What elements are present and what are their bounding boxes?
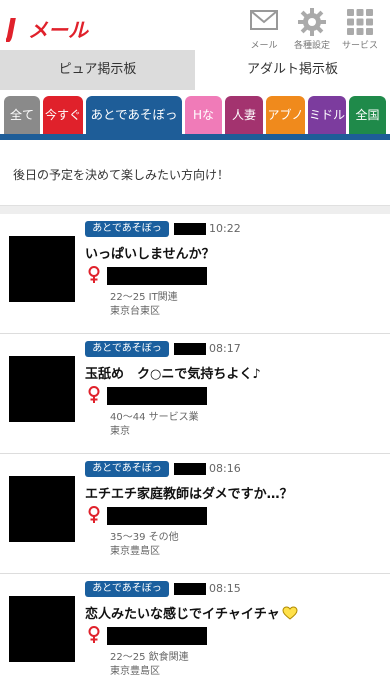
post-title-text: エチエチ家庭教師はダメですか…？: [85, 487, 293, 502]
jmail-logo[interactable]: J メール: [1, 12, 98, 45]
category-badge: あとであそぼっ: [85, 341, 169, 357]
category-badge: あとであそぼっ: [85, 221, 169, 237]
svg-text:メール: メール: [28, 18, 89, 42]
post-title[interactable]: 玉舐め ク○ニで気持ちよく♪: [85, 363, 261, 382]
post-title[interactable]: 恋人みたいな感じでイチャイチャ: [85, 603, 298, 622]
tab-adult-board[interactable]: アダルト掲示板: [195, 50, 390, 90]
post-time: 10:22: [209, 222, 241, 235]
category-description: 後日の予定を決めて楽しみたい方向け！: [13, 168, 230, 182]
grid-icon: [347, 9, 373, 35]
mail-menu[interactable]: メール: [242, 6, 286, 51]
post-time: 08:16: [209, 462, 241, 475]
post-area: 東京豊島区: [110, 546, 160, 557]
post-time: 08:17: [209, 342, 241, 355]
settings-menu[interactable]: 各種設定: [290, 6, 334, 51]
redacted-block: [174, 583, 206, 595]
redacted-username: [107, 507, 207, 525]
female-icon: [88, 506, 100, 523]
post-age-job: 35～39 その他: [110, 532, 179, 543]
avatar[interactable]: [9, 236, 75, 302]
category-description-box: 後日の予定を決めて楽しみたい方向け！: [0, 140, 390, 206]
category-tab-wife[interactable]: 人妻: [225, 96, 263, 134]
section-divider: [0, 206, 390, 214]
post-area: 東京豊島区: [110, 666, 160, 677]
post-item[interactable]: あとであそぼっ 10:22 いっぱいしませんか？ 22～25 IT関連 東京台東…: [0, 214, 390, 334]
female-icon: [88, 386, 100, 403]
post-title-text: いっぱいしませんか？: [85, 247, 215, 262]
category-tab-h[interactable]: Hな: [185, 96, 222, 134]
avatar[interactable]: [9, 476, 75, 542]
svg-text:J: J: [6, 12, 16, 42]
redacted-block: [174, 463, 206, 475]
post-item[interactable]: あとであそぼっ 08:17 玉舐め ク○ニで気持ちよく♪ 40～44 サービス業…: [0, 334, 390, 454]
category-tab-all[interactable]: 全て: [4, 96, 40, 134]
avatar[interactable]: [9, 356, 75, 422]
category-badge: あとであそぼっ: [85, 581, 169, 597]
female-icon: [88, 266, 100, 283]
post-age-job: 22～25 IT関連: [110, 292, 178, 303]
redacted-username: [107, 387, 207, 405]
category-tabs: 全て 今すぐ あとであそぼっ Hな 人妻 アブノ ミドル 全国: [0, 96, 390, 136]
post-age-job: 40～44 サービス業: [110, 412, 199, 423]
post-title-text: 玉舐め ク○ニで気持ちよく♪: [85, 367, 261, 382]
female-icon: [88, 626, 100, 643]
redacted-block: [174, 343, 206, 355]
app-header: J メール メール 各種設定 サービス: [0, 0, 390, 51]
services-menu[interactable]: サービス: [338, 6, 382, 51]
category-tab-later[interactable]: あとであそぼっ: [86, 96, 182, 134]
post-title-text: 恋人みたいな感じでイチャイチャ: [85, 607, 280, 622]
post-title[interactable]: いっぱいしませんか？: [85, 243, 215, 262]
jmail-logo-graphic: J メール: [1, 12, 89, 45]
post-time: 08:15: [209, 582, 241, 595]
post-item[interactable]: あとであそぼっ 08:16 エチエチ家庭教師はダメですか…？ 35～39 その他…: [0, 454, 390, 574]
post-area: 東京: [110, 426, 130, 437]
category-tab-middle[interactable]: ミドル: [308, 96, 346, 134]
category-tab-nationwide[interactable]: 全国: [349, 96, 386, 134]
redacted-block: [174, 223, 206, 235]
avatar[interactable]: [9, 596, 75, 662]
post-age-job: 22～25 飲食関連: [110, 652, 189, 663]
tab-pure-board[interactable]: ピュア掲示板: [0, 50, 195, 90]
gear-icon: [298, 8, 326, 36]
category-tab-now[interactable]: 今すぐ: [43, 96, 83, 134]
category-badge: あとであそぼっ: [85, 461, 169, 477]
post-title[interactable]: エチエチ家庭教師はダメですか…？: [85, 483, 293, 502]
category-tab-abnormal[interactable]: アブノ: [266, 96, 305, 134]
post-item[interactable]: あとであそぼっ 08:15 恋人みたいな感じでイチャイチャ 22～25 飲食関連…: [0, 574, 390, 688]
post-area: 東京台東区: [110, 306, 160, 317]
redacted-username: [107, 627, 207, 645]
heart-icon: [282, 606, 298, 620]
redacted-username: [107, 267, 207, 285]
board-tabs: ピュア掲示板 アダルト掲示板: [0, 50, 390, 90]
mail-icon: [250, 10, 278, 30]
